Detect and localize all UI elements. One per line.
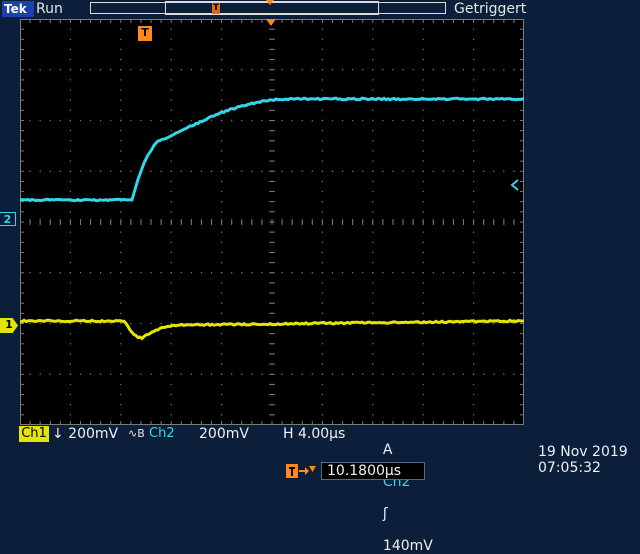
- horizontal-scale-readout[interactable]: H 4.00µs: [283, 426, 345, 442]
- trigger-mode: A: [383, 442, 393, 458]
- ch2-waveform-trace: [20, 98, 524, 201]
- trigger-slope-icon: ʃ: [383, 506, 388, 522]
- trigger-point-marker-icon[interactable]: T: [138, 26, 152, 41]
- bandwidth-limit-icon: ∿B: [128, 426, 145, 442]
- date-readout: 19 Nov 2019: [538, 444, 628, 460]
- brand-logo: Tek: [2, 1, 34, 17]
- ch2-scale-readout[interactable]: 200mV: [199, 426, 249, 442]
- trigger-position-arrow-icon[interactable]: [266, 19, 276, 27]
- time-readout: 07:05:32: [538, 460, 601, 476]
- trigger-status: Getriggert: [454, 0, 526, 18]
- trigger-level: 140mV: [383, 538, 433, 554]
- waveform-display[interactable]: [20, 19, 524, 425]
- run-state[interactable]: Run: [36, 0, 63, 18]
- trigger-readout[interactable]: A Ch2 ʃ 140mV: [374, 426, 433, 554]
- ch2-ground-marker-icon[interactable]: 2: [0, 212, 16, 226]
- trigger-delay-icon: [286, 463, 316, 479]
- trigger-delay-readout[interactable]: 10.1800µs: [327, 463, 401, 479]
- ch1-ground-marker-icon[interactable]: 1: [0, 318, 18, 333]
- ch1-scale-readout[interactable]: ↓ 200mV: [52, 426, 118, 442]
- waveform-graticule: [20, 19, 524, 425]
- trigger-level-arrow-icon[interactable]: [510, 179, 520, 191]
- record-trigger-marker-icon: T: [212, 3, 220, 14]
- graticule-grid: [20, 19, 524, 425]
- record-position-arrow-icon: [266, 0, 274, 5]
- ch2-label[interactable]: Ch2: [149, 426, 185, 442]
- ch1-label[interactable]: Ch1: [19, 426, 49, 442]
